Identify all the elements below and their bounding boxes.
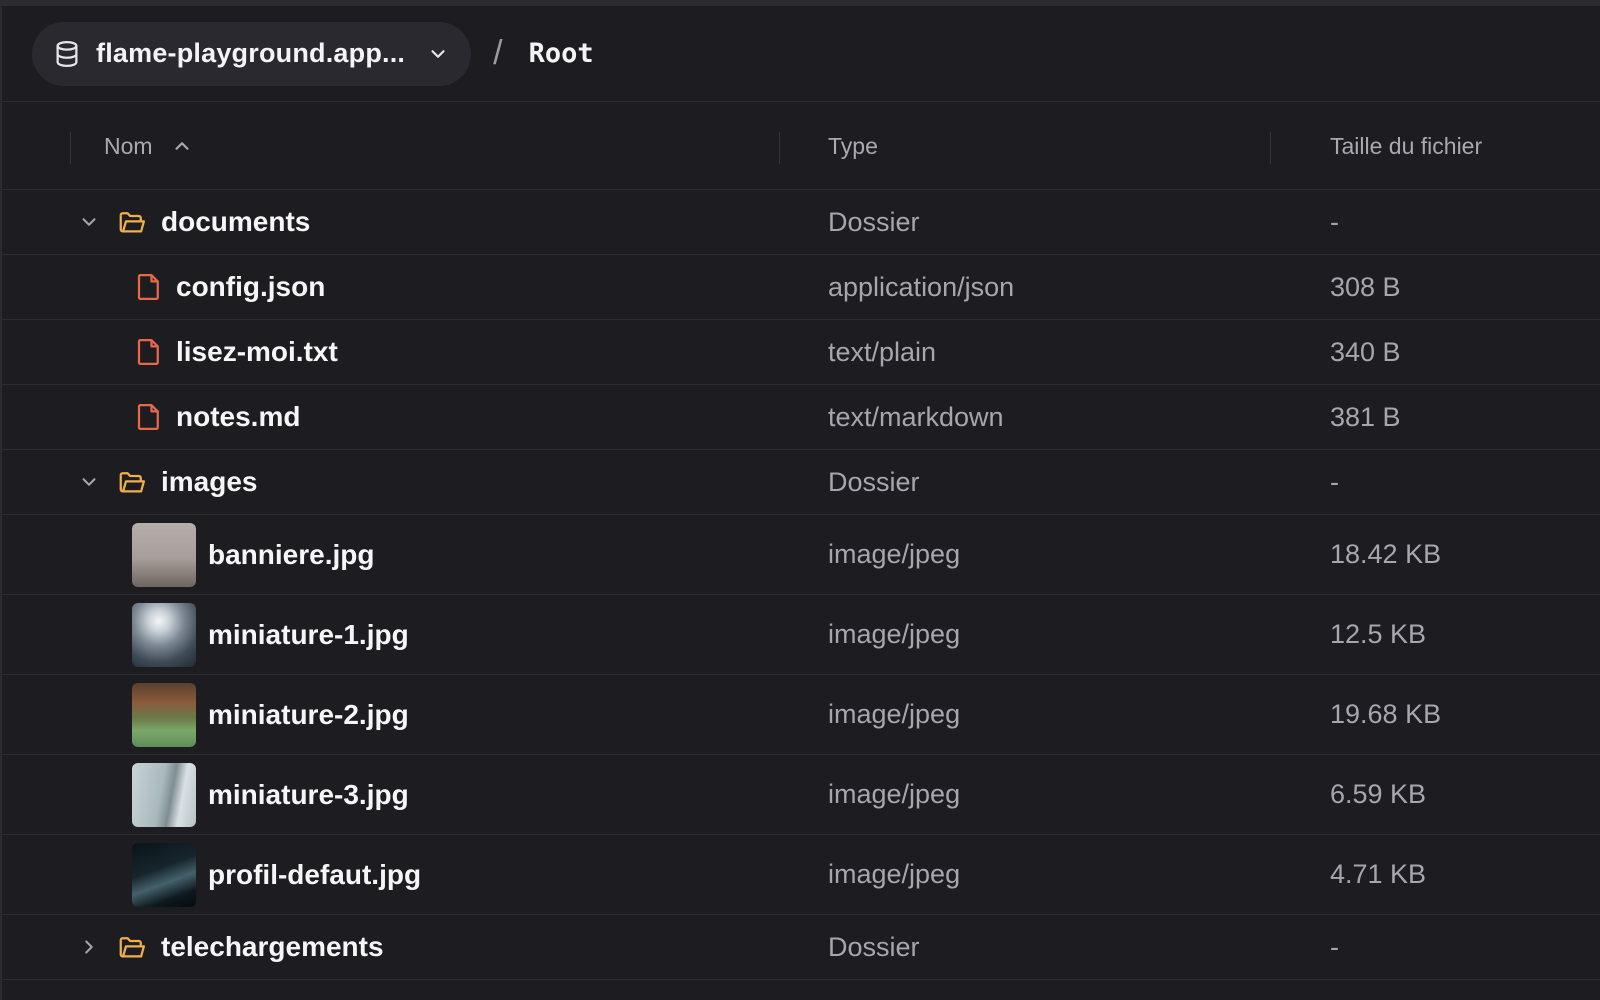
- file-name: notes.md: [176, 401, 301, 432]
- file-name: miniature-1.jpg: [208, 618, 409, 650]
- table-row-image[interactable]: miniature-3.jpg image/jpeg 6.59 KB: [2, 755, 1600, 835]
- file-icon: [136, 337, 162, 367]
- table-row-file[interactable]: config.json application/json 308 B: [2, 255, 1600, 320]
- file-type: image/jpeg: [828, 699, 961, 729]
- column-header-size[interactable]: Taille du fichier: [1330, 102, 1482, 190]
- table-row-image[interactable]: miniature-2.jpg image/jpeg 19.68 KB: [2, 675, 1600, 755]
- column-divider[interactable]: [70, 132, 71, 164]
- file-size: 19.68 KB: [1330, 699, 1442, 729]
- file-name: lisez-moi.txt: [176, 336, 338, 367]
- image-thumbnail: [132, 602, 196, 667]
- name-cell: lisez-moi.txt: [136, 320, 338, 384]
- chevron-up-icon: [171, 135, 193, 157]
- breadcrumb: flame-playground.app... / Root: [2, 6, 1600, 102]
- file-size: 340 B: [1330, 336, 1401, 367]
- file-size: 308 B: [1330, 271, 1401, 302]
- folder-open-icon: [117, 467, 147, 497]
- column-divider[interactable]: [779, 132, 780, 164]
- name-cell: telechargements: [117, 915, 384, 979]
- table-header: Nom Type Taille du fichier: [2, 102, 1600, 190]
- file-type: Dossier: [828, 931, 920, 962]
- name-cell: banniere.jpg: [132, 515, 374, 594]
- chevron-down-icon: [427, 43, 449, 65]
- file-type: application/json: [828, 271, 1015, 302]
- folder-open-icon: [117, 932, 147, 962]
- name-cell: profil-defaut.jpg: [132, 835, 421, 914]
- file-size: -: [1330, 206, 1339, 237]
- column-divider[interactable]: [1270, 132, 1271, 164]
- table-row-file[interactable]: notes.md text/markdown 381 B: [2, 385, 1600, 450]
- name-cell: documents: [117, 190, 310, 254]
- file-icon: [136, 402, 162, 432]
- name-cell: images: [117, 450, 258, 514]
- table-row-folder-documents[interactable]: documents Dossier -: [2, 190, 1600, 255]
- file-type: image/jpeg: [828, 539, 961, 569]
- column-header-name[interactable]: Nom: [104, 102, 193, 190]
- column-header-size-label: Taille du fichier: [1330, 132, 1483, 159]
- file-name: profil-defaut.jpg: [208, 858, 422, 890]
- image-thumbnail: [132, 842, 196, 907]
- file-type: image/jpeg: [828, 779, 961, 809]
- name-cell: config.json: [136, 255, 325, 319]
- bucket-name: flame-playground.app...: [96, 38, 406, 68]
- chevron-right-icon[interactable]: [78, 915, 100, 979]
- file-type: Dossier: [828, 466, 920, 497]
- file-name: miniature-3.jpg: [208, 778, 409, 810]
- bucket-selector[interactable]: flame-playground.app...: [32, 21, 472, 86]
- image-thumbnail: [132, 522, 196, 587]
- file-size: 6.59 KB: [1330, 779, 1427, 809]
- file-size: -: [1330, 466, 1339, 497]
- file-name: banniere.jpg: [208, 538, 375, 570]
- chevron-down-icon[interactable]: [78, 450, 100, 514]
- file-size: 12.5 KB: [1330, 619, 1427, 649]
- file-size: 381 B: [1330, 401, 1401, 432]
- chevron-down-icon[interactable]: [78, 190, 100, 254]
- file-size: -: [1330, 931, 1339, 962]
- image-thumbnail: [132, 682, 196, 747]
- database-icon: [52, 39, 82, 69]
- table-row-folder-telechargements[interactable]: telechargements Dossier -: [2, 915, 1600, 980]
- folder-open-icon: [117, 207, 147, 237]
- table-row-image[interactable]: miniature-1.jpg image/jpeg 12.5 KB: [2, 595, 1600, 675]
- breadcrumb-separator: /: [493, 34, 503, 72]
- file-browser: flame-playground.app... / Root Nom Type: [0, 0, 1600, 1000]
- column-header-type[interactable]: Type: [828, 102, 878, 190]
- breadcrumb-current[interactable]: Root: [529, 38, 594, 69]
- table-row-image[interactable]: profil-defaut.jpg image/jpeg 4.71 KB: [2, 835, 1600, 915]
- column-header-name-label: Nom: [104, 132, 153, 159]
- file-type: text/plain: [828, 336, 937, 367]
- image-thumbnail: [132, 762, 196, 827]
- file-name: telechargements: [161, 931, 384, 962]
- file-size: 18.42 KB: [1330, 539, 1442, 569]
- column-header-type-label: Type: [828, 132, 878, 159]
- file-name: documents: [161, 206, 311, 237]
- file-icon: [136, 272, 162, 302]
- file-type: Dossier: [828, 206, 920, 237]
- file-name: config.json: [176, 271, 326, 302]
- file-name: miniature-2.jpg: [208, 698, 409, 730]
- file-size: 4.71 KB: [1330, 859, 1427, 889]
- file-type: text/markdown: [828, 401, 1004, 432]
- name-cell: notes.md: [136, 385, 300, 449]
- name-cell: miniature-1.jpg: [132, 595, 409, 674]
- file-name: images: [161, 466, 258, 497]
- table-row-folder-images[interactable]: images Dossier -: [2, 450, 1600, 515]
- file-type: image/jpeg: [828, 619, 961, 649]
- table-row-file[interactable]: lisez-moi.txt text/plain 340 B: [2, 320, 1600, 385]
- file-list: documents Dossier - config.json applicat…: [2, 190, 1600, 980]
- name-cell: miniature-2.jpg: [132, 675, 409, 754]
- name-cell: miniature-3.jpg: [132, 755, 409, 834]
- file-type: image/jpeg: [828, 859, 961, 889]
- table-row-image[interactable]: banniere.jpg image/jpeg 18.42 KB: [2, 515, 1600, 595]
